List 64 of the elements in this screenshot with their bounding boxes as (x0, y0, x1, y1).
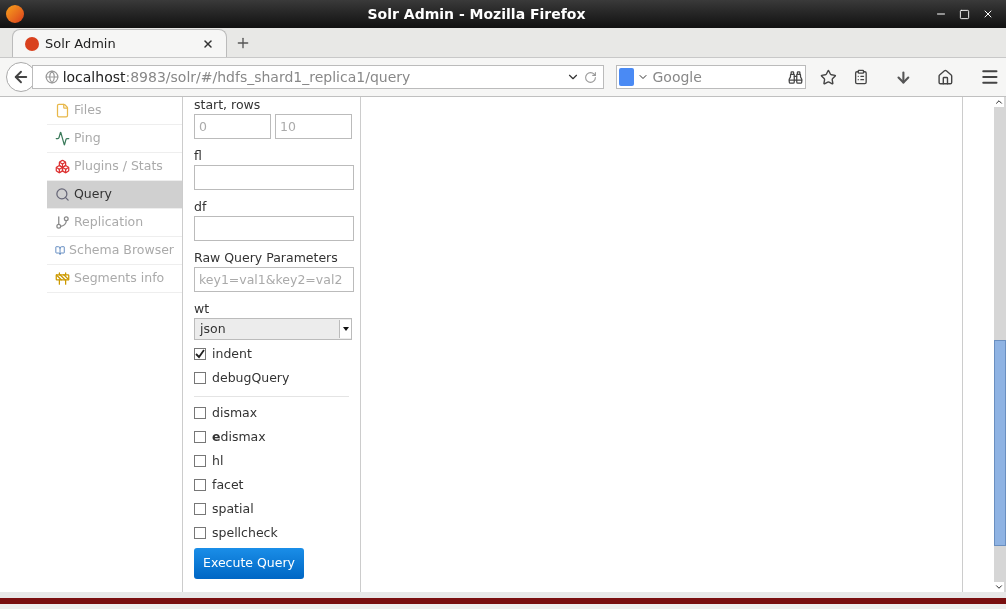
home-icon[interactable] (937, 68, 955, 86)
field-label: start, rows (194, 97, 262, 113)
address-bar[interactable]: localhost:8983/solr/#/hdfs_shard1_replica1/query (31, 65, 605, 89)
file-icon (55, 103, 70, 118)
sidebar-item[interactable]: Replication (47, 209, 182, 237)
scrollbar-thumb[interactable] (994, 340, 1006, 546)
sidebar-item[interactable]: Files (47, 97, 182, 125)
binoculars-icon[interactable] (788, 69, 804, 85)
close-icon[interactable] (202, 37, 214, 50)
tab-title: Solr Admin (45, 34, 117, 53)
input-field[interactable] (194, 165, 354, 190)
sidebar-item[interactable]: Query (47, 181, 182, 209)
url-text: localhost:8983/solr/#/hdfs_shard1_replica1/query (62, 67, 412, 87)
globe-icon (44, 70, 59, 84)
checkbox-label: hl (212, 451, 224, 470)
field-label: Raw Query Parameters (194, 249, 339, 267)
search-icon (55, 187, 70, 202)
checkbox-label: edismax (212, 427, 266, 446)
close-icon[interactable] (982, 8, 994, 20)
checkbox[interactable] (194, 407, 206, 419)
clipboard-icon[interactable] (852, 69, 869, 85)
menu-icon[interactable] (980, 67, 1000, 87)
browser-tab[interactable]: Solr Admin (12, 29, 227, 57)
checkbox[interactable] (194, 503, 206, 515)
search-bar[interactable]: Google (616, 65, 807, 89)
checkbox-label: dismax (212, 403, 258, 422)
scrollbar[interactable] (994, 97, 1006, 592)
book-icon (55, 243, 66, 258)
checkbox-label: indent (212, 344, 252, 363)
checkbox-label: debugQuery (212, 368, 290, 387)
checkbox[interactable] (194, 527, 206, 539)
input-field[interactable]: 0 (194, 114, 271, 139)
sidebar-item[interactable]: Schema Browser (47, 237, 182, 265)
field-label: fl (194, 147, 203, 165)
execute-query-button[interactable]: Execute Query (194, 548, 304, 579)
checkbox-label: facet (212, 475, 244, 494)
select-dropdown[interactable]: json (194, 318, 352, 340)
pulse-icon (55, 131, 70, 146)
window-title: Solr Admin - Mozilla Firefox (366, 4, 587, 24)
sidebar-item[interactable]: Segments info (47, 265, 182, 293)
checkbox-label: spellcheck (212, 523, 278, 542)
field-label: wt (194, 300, 211, 318)
checkbox[interactable] (194, 479, 206, 491)
search-input[interactable]: Google (652, 66, 786, 88)
field-label: df (194, 198, 208, 216)
new-tab-icon[interactable] (235, 35, 251, 51)
branch-icon (55, 215, 70, 230)
checkbox-label: spatial (212, 499, 254, 518)
checkbox[interactable] (194, 348, 206, 360)
maximize-icon[interactable] (959, 8, 970, 20)
scroll-up-icon[interactable] (994, 97, 1004, 107)
checkmark-icon (195, 349, 205, 359)
input-field[interactable] (194, 216, 354, 241)
scroll-down-icon[interactable] (994, 582, 1004, 592)
browser-logo-icon (6, 5, 24, 23)
checkbox[interactable] (194, 431, 206, 443)
input-field[interactable]: 10 (275, 114, 352, 139)
blocks-icon (55, 159, 70, 174)
checkbox[interactable] (194, 455, 206, 467)
checkbox[interactable] (194, 372, 206, 384)
input-field[interactable]: key1=val1&key2=val2 (194, 267, 354, 292)
bookmark-star-icon[interactable] (820, 68, 837, 86)
sidebar-item[interactable]: Ping (47, 125, 182, 153)
barrier-icon (55, 271, 70, 286)
